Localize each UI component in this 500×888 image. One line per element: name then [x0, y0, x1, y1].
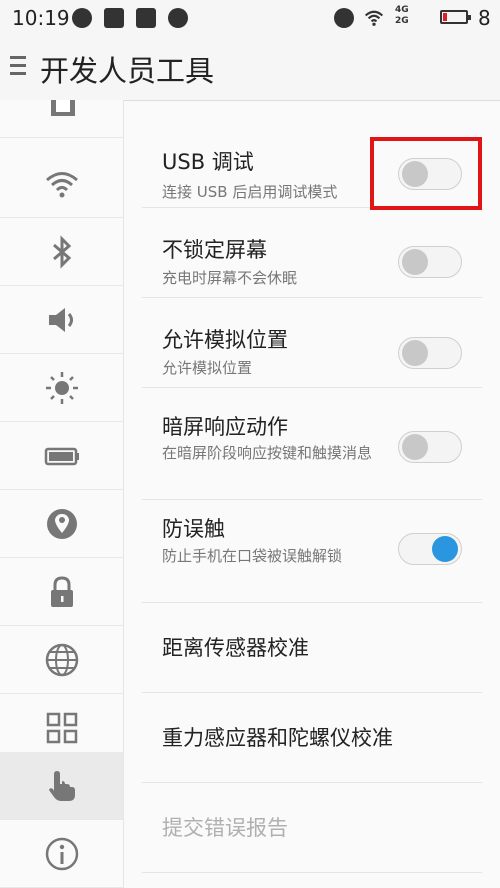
setting-title: 提交错误报告 — [162, 816, 288, 840]
menu-icon[interactable] — [10, 56, 26, 80]
sidebar-item-about[interactable] — [0, 820, 123, 888]
app-header: 开发人员工具 — [0, 36, 500, 101]
setting-title: 防误触 — [162, 517, 225, 541]
network-type: 4G 2G — [395, 5, 409, 26]
setting-title: 暗屏响应动作 — [162, 415, 288, 439]
bluetooth-icon — [52, 234, 71, 269]
info-icon — [45, 837, 78, 870]
sidebar-item-developer[interactable] — [0, 752, 123, 820]
sync-icon — [72, 8, 92, 28]
sidebar-item-sound[interactable] — [0, 286, 123, 354]
globe-icon — [45, 643, 78, 676]
sidebar-item-display[interactable] — [0, 354, 123, 422]
setting-subtitle: 在暗屏阶段响应按键和触摸消息 — [162, 444, 373, 462]
message-icon — [136, 8, 156, 28]
brightness-icon — [45, 371, 78, 404]
pocket-mode-toggle[interactable] — [398, 533, 462, 565]
settings-list: USB 调试 连接 USB 后启用调试模式 不锁定屏幕 充电时屏幕不会休眠 允许… — [124, 100, 500, 888]
sidebar — [0, 100, 124, 888]
wifi-icon — [45, 171, 78, 197]
setting-pocket-mode[interactable]: 防误触 防止手机在口袋被误触解锁 — [142, 499, 482, 603]
sim-card-icon — [50, 100, 75, 116]
setting-subtitle: 充电时屏幕不会休眠 — [162, 269, 298, 287]
highlight-box — [370, 137, 482, 210]
setting-title: USB 调试 — [162, 150, 254, 174]
sidebar-item-language[interactable] — [0, 626, 123, 694]
setting-subtitle: 防止手机在口袋被误触解锁 — [162, 547, 343, 565]
setting-title: 不锁定屏幕 — [162, 238, 267, 262]
page-title: 开发人员工具 — [40, 54, 215, 88]
location-icon — [46, 508, 77, 539]
setting-gyroscope-calibration[interactable]: 重力感应器和陀螺仪校准 — [142, 692, 482, 783]
setting-stay-awake[interactable]: 不锁定屏幕 充电时屏幕不会休眠 — [142, 207, 482, 298]
stay-awake-toggle[interactable] — [398, 246, 462, 278]
status-time: 10:19 — [12, 6, 70, 30]
hand-pointer-icon — [48, 770, 75, 801]
sidebar-item-battery[interactable] — [0, 422, 123, 490]
setting-proximity-calibration[interactable]: 距离传感器校准 — [142, 602, 482, 693]
battery-level: 8 — [478, 6, 491, 30]
sidebar-item-security[interactable] — [0, 558, 123, 626]
app-notification-icon — [168, 8, 188, 28]
speaker-icon — [48, 307, 73, 332]
status-bar: 10:19 4G 2G 8 — [0, 0, 500, 36]
setting-title: 允许模拟位置 — [162, 328, 288, 352]
sidebar-item-sim[interactable] — [0, 100, 123, 138]
lock-icon — [50, 575, 73, 607]
image-icon — [104, 8, 124, 28]
setting-title: 重力感应器和陀螺仪校准 — [162, 726, 393, 750]
sidebar-item-bluetooth[interactable] — [0, 218, 123, 286]
setting-title: 距离传感器校准 — [162, 636, 309, 660]
battery-icon — [440, 10, 471, 24]
setting-mock-location[interactable]: 允许模拟位置 允许模拟位置 — [142, 297, 482, 388]
screen-off-gestures-toggle[interactable] — [398, 431, 462, 463]
sidebar-item-wifi[interactable] — [0, 150, 123, 218]
setting-subtitle: 连接 USB 后启用调试模式 — [162, 183, 338, 201]
alarm-icon — [334, 8, 354, 28]
setting-screen-off-gestures[interactable]: 暗屏响应动作 在暗屏阶段响应按键和触摸消息 — [142, 387, 482, 500]
sidebar-item-location[interactable] — [0, 490, 123, 558]
apps-grid-icon — [46, 712, 77, 743]
setting-subtitle: 允许模拟位置 — [162, 359, 253, 377]
mock-location-toggle[interactable] — [398, 337, 462, 369]
wifi-signal-icon — [364, 10, 384, 26]
battery-icon — [44, 447, 79, 465]
setting-bug-report[interactable]: 提交错误报告 — [142, 782, 482, 873]
